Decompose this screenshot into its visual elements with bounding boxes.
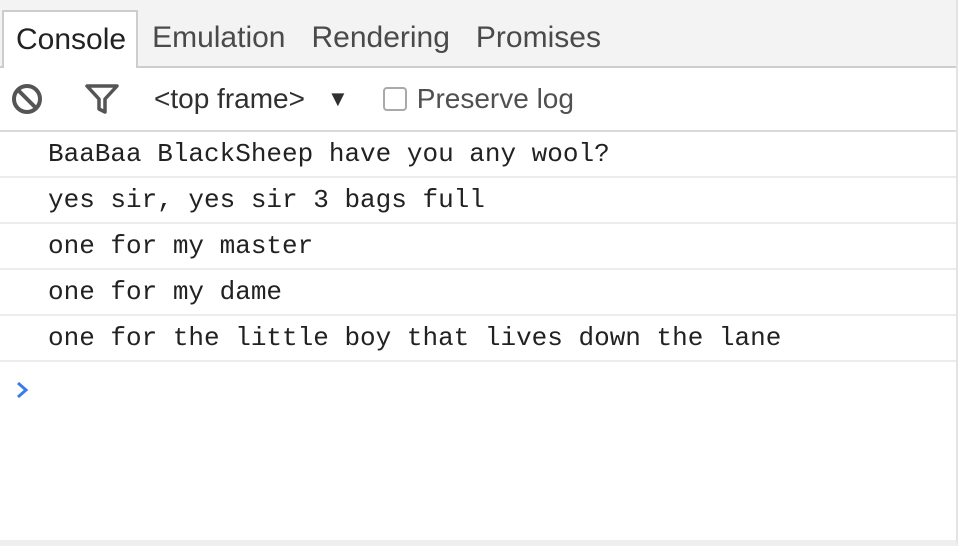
console-message: yes sir, yes sir 3 bags full — [0, 178, 956, 224]
frame-selector[interactable]: <top frame> ▼ — [154, 83, 349, 115]
tab-rendering[interactable]: Rendering — [297, 10, 461, 66]
dropdown-caret-icon: ▼ — [326, 86, 349, 111]
console-toolbar: <top frame> ▼ Preserve log — [0, 68, 956, 132]
tab-console[interactable]: Console — [2, 10, 139, 68]
frame-selector-value: <top frame> — [154, 83, 305, 114]
filter-icon[interactable] — [84, 82, 120, 116]
prompt-chevron-icon — [17, 381, 29, 399]
console-message: BaaBaa BlackSheep have you any wool? — [0, 132, 956, 178]
tab-strip: Console Emulation Rendering Promises — [0, 0, 956, 68]
preserve-log-checkbox[interactable] — [382, 87, 407, 111]
clear-console-icon[interactable] — [10, 82, 44, 116]
preserve-log-label: Preserve log — [416, 83, 574, 114]
console-message: one for the little boy that lives down t… — [0, 316, 956, 362]
console-message: one for my dame — [0, 270, 956, 316]
tab-promises[interactable]: Promises — [462, 10, 613, 66]
devtools-console-panel: Console Emulation Rendering Promises <to… — [0, 0, 958, 546]
tab-emulation[interactable]: Emulation — [138, 10, 297, 66]
console-message: one for my master — [0, 224, 956, 270]
console-messages: BaaBaa BlackSheep have you any wool? yes… — [0, 132, 956, 362]
console-prompt[interactable] — [10, 372, 34, 408]
preserve-log-option[interactable]: Preserve log — [382, 83, 574, 115]
